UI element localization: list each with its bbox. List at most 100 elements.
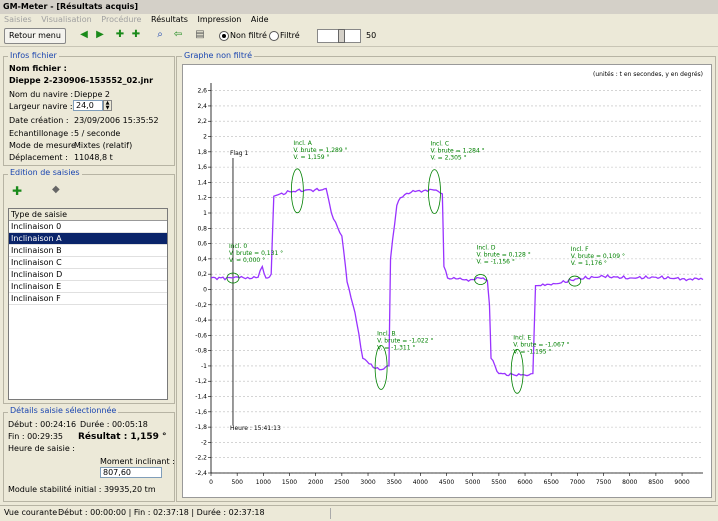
x-tick-label: 1000: [256, 479, 271, 486]
back-icon[interactable]: ⇦: [172, 29, 184, 41]
status-view-label: Vue courante :: [4, 508, 63, 517]
annotation-label-f: V. brute = 0,109 °: [571, 253, 625, 260]
y-tick-label: 1,6: [197, 164, 207, 171]
y-tick-label: -1,4: [195, 394, 207, 401]
annotation-label-c: Incl. C: [430, 141, 449, 148]
saisie-table: Type de saisie Inclinaison 0 Inclinaison…: [8, 208, 168, 400]
date-value: 23/09/2006 15:35:52: [74, 116, 159, 125]
y-tick-label: -2,4: [195, 470, 207, 477]
status-divider: [330, 508, 331, 519]
moment-input[interactable]: 807,60: [100, 467, 162, 478]
y-tick-label: 2: [203, 134, 207, 141]
ship-width-label: Largeur navire :: [9, 102, 73, 111]
table-row[interactable]: Inclinaison B: [9, 245, 167, 257]
x-tick-label: 6500: [544, 479, 559, 486]
y-tick-label: 0,6: [197, 241, 207, 248]
inclination-chart[interactable]: (unités : t en secondes, y en degrés) 2,6…: [183, 65, 711, 497]
menu-impression[interactable]: Impression: [198, 14, 242, 26]
end-time: Fin : 00:29:35: [8, 432, 64, 441]
filter-slider[interactable]: [317, 29, 361, 43]
annotation-label-c: V. = 2,305 °: [430, 155, 466, 162]
x-tick-label: 1500: [282, 479, 297, 486]
next-arrow-icon[interactable]: ▶: [94, 29, 106, 41]
x-tick-label: 4500: [439, 479, 454, 486]
unit-note: (unités : t en secondes, y en degrés): [593, 71, 703, 78]
zoom-out-plus-icon[interactable]: ✚: [130, 29, 142, 41]
menu-visualisation[interactable]: Visualisation: [41, 14, 92, 26]
x-tick-label: 4000: [413, 479, 428, 486]
table-row[interactable]: Inclinaison E: [9, 281, 167, 293]
flag-time-label: Heure : 15:41:13: [230, 425, 281, 432]
y-tick-label: -1: [201, 363, 207, 370]
file-name-value: Dieppe 2-230906-153552_02.jnr: [9, 76, 154, 85]
table-row[interactable]: Inclinaison C: [9, 257, 167, 269]
annotation-label-c: V. brute = 1,284 °: [430, 148, 484, 155]
status-range: Début : 00:00:00 | Fin : 02:37:18 | Duré…: [58, 508, 265, 517]
mode-label: Mode de mesure :: [9, 141, 82, 150]
x-tick-label: 5500: [491, 479, 506, 486]
radio-filtered-label: Filtré: [280, 31, 300, 40]
annotation-label-a: V. = 1,159 °: [293, 154, 329, 161]
hour-label: Heure de saisie :: [8, 444, 75, 453]
y-tick-label: -0,4: [195, 317, 207, 324]
radio-unfiltered[interactable]: [219, 31, 229, 41]
menu-bar: Saisies Visualisation Procédure Résultat…: [0, 14, 718, 26]
annotation-label-d: V. brute = 0,128 °: [477, 252, 531, 259]
annotation-marker: [510, 348, 524, 394]
y-tick-label: 2,4: [197, 103, 207, 110]
x-tick-label: 2500: [334, 479, 349, 486]
annotation-label-b: Incl. B: [377, 330, 395, 337]
x-tick-label: 0: [209, 479, 213, 486]
moment-label: Moment inclinant :: [100, 457, 175, 466]
menu-resultats[interactable]: Résultats: [151, 14, 188, 26]
table-row[interactable]: Inclinaison 0: [9, 221, 167, 233]
annotation-label-f: V. = 1,176 °: [571, 260, 607, 267]
annotation-label-d: Incl. D: [477, 245, 496, 252]
annotation-label-b: V. brute = -1,022 °: [377, 337, 433, 344]
y-tick-label: 0: [203, 286, 207, 293]
back-menu-button[interactable]: Retour menu: [4, 28, 66, 44]
document-icon[interactable]: ▤: [194, 29, 206, 41]
search-icon[interactable]: ⌕: [154, 29, 166, 41]
y-tick-label: 2,2: [197, 118, 207, 125]
y-tick-label: 0,8: [197, 225, 207, 232]
prev-arrow-icon[interactable]: ◀: [78, 29, 90, 41]
details-title: Détails saisie sélectionnée: [8, 406, 119, 415]
annotation-label-e: V. brute = -1,067 °: [513, 341, 569, 348]
annotation-label-a: Incl. A: [293, 140, 312, 147]
y-tick-label: -0,2: [195, 302, 207, 309]
ship-width-spinner[interactable]: ▲ ▼: [103, 100, 112, 111]
mode-value: Mixtes (relatif): [74, 141, 133, 150]
x-tick-label: 7000: [570, 479, 585, 486]
x-tick-label: 5000: [465, 479, 480, 486]
date-label: Date création :: [9, 116, 69, 125]
y-tick-label: 1,2: [197, 195, 207, 202]
edition-title: Edition de saisies: [8, 168, 82, 177]
menu-aide[interactable]: Aide: [251, 14, 269, 26]
stability-module: Module stabilité initial : 39935,20 tm: [8, 485, 156, 494]
annotation-label-0: V. = 0,000 °: [229, 257, 265, 264]
add-icon[interactable]: ✚: [12, 184, 22, 198]
menu-saisies[interactable]: Saisies: [4, 14, 32, 26]
radio-filtered[interactable]: [269, 31, 279, 41]
y-tick-label: -0,6: [195, 332, 207, 339]
y-tick-label: 1,8: [197, 149, 207, 156]
zoom-in-plus-icon[interactable]: ✚: [114, 29, 126, 41]
table-row[interactable]: Inclinaison D: [9, 269, 167, 281]
y-tick-label: 0,2: [197, 271, 207, 278]
annotation-label-f: Incl. F: [571, 246, 589, 253]
table-row[interactable]: Inclinaison F: [9, 293, 167, 305]
menu-procedure[interactable]: Procédure: [101, 14, 141, 26]
x-tick-label: 500: [231, 479, 243, 486]
table-header[interactable]: Type de saisie: [9, 209, 167, 221]
slider-thumb[interactable]: [338, 29, 345, 43]
eraser-icon[interactable]: ◆: [52, 185, 64, 195]
ship-width-input[interactable]: 24,0: [73, 100, 103, 111]
annotation-label-d: V. = -1,156 °: [477, 259, 515, 266]
displacement-label: Déplacement :: [9, 153, 68, 162]
toolbar: Retour menu ◀ ▶ ✚ ✚ ⌕ ⇦ ▤ Non filtré Fil…: [0, 26, 718, 47]
table-row[interactable]: Inclinaison A: [9, 233, 167, 245]
chart-area[interactable]: (unités : t en secondes, y en degrés) 2,6…: [182, 64, 712, 498]
y-tick-label: 1: [203, 210, 207, 217]
duration: Durée : 00:05:18: [80, 420, 148, 429]
